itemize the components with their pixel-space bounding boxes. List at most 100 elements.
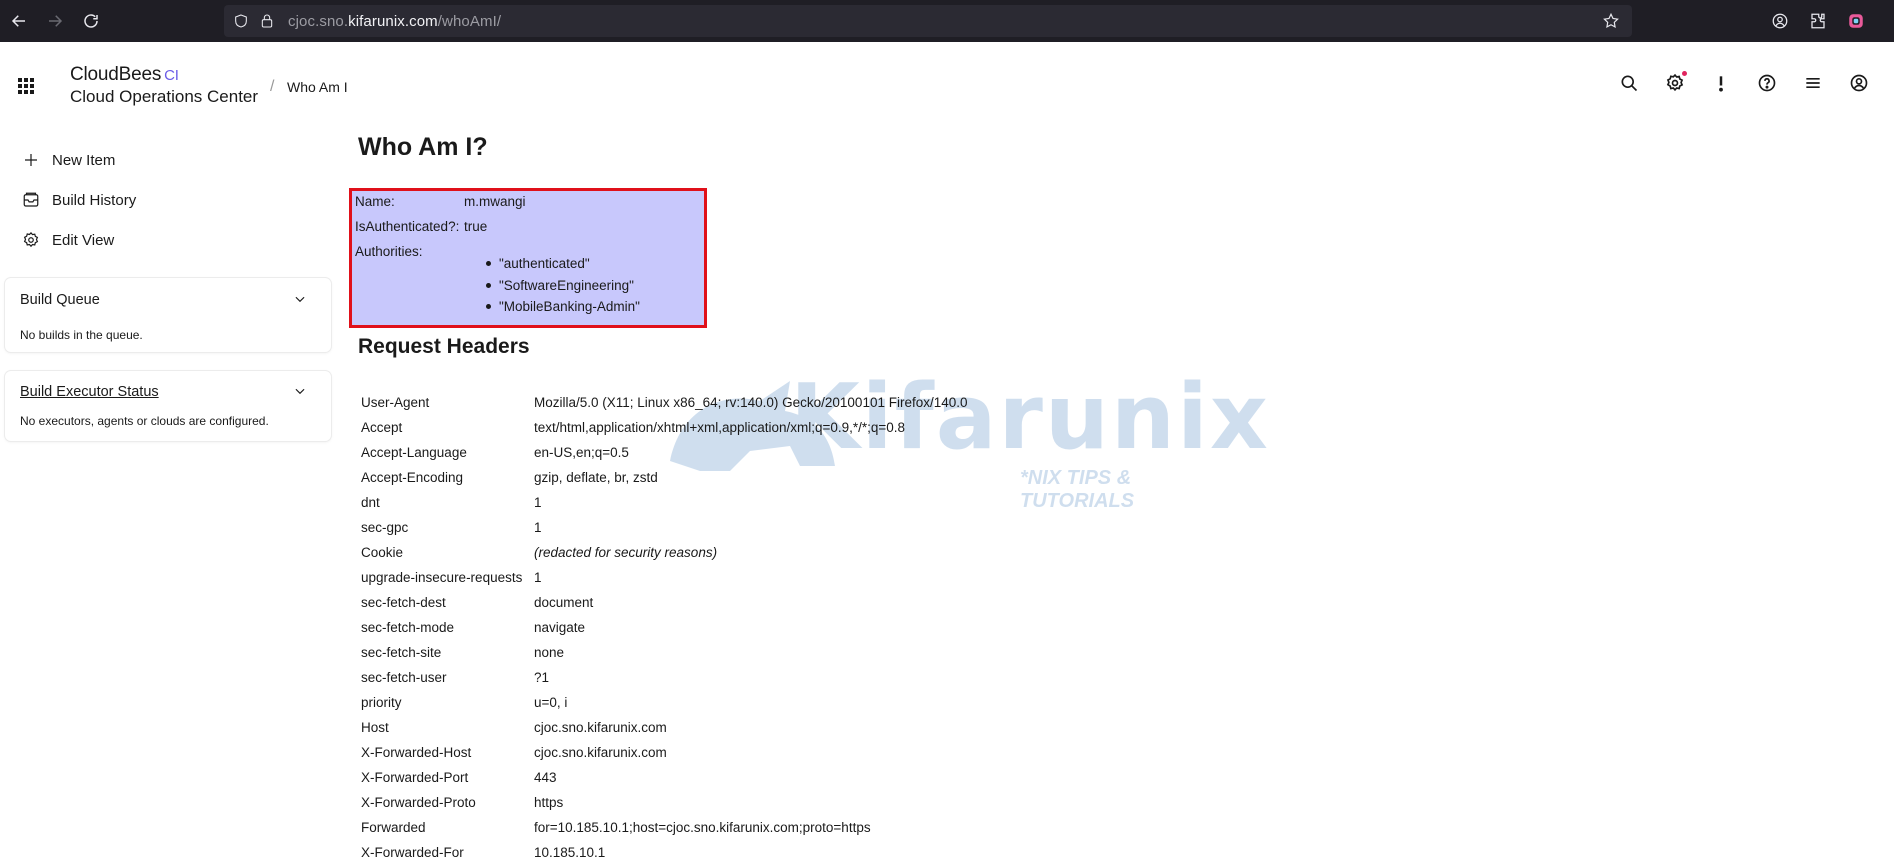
header-value: none — [534, 645, 565, 660]
request-headers-title: Request Headers — [358, 335, 530, 358]
arrow-right-icon — [49, 15, 63, 27]
header-key: Host — [361, 720, 389, 735]
build-queue-empty-text: No builds in the queue. — [20, 328, 143, 342]
header-row: Host cjoc.sno.kifarunix.com — [361, 715, 968, 740]
header-row: X-Forwarded-For 10.185.10.1 — [361, 840, 968, 865]
build-history-label: Build History — [52, 191, 137, 209]
header-key: User-Agent — [361, 395, 430, 410]
header-row: X-Forwarded-Port 443 — [361, 765, 968, 790]
executor-status-empty-text: No executors, agents or clouds are confi… — [20, 414, 269, 428]
reload-button[interactable] — [74, 4, 108, 38]
whoami-highlight-box: Name: m.mwangi IsAuthenticated?: true Au… — [349, 188, 707, 328]
header-key: X-Forwarded-For — [361, 845, 464, 860]
header-row: Accept text/html,application/xhtml+xml,ap… — [361, 415, 968, 440]
user-avatar-icon[interactable] — [1846, 70, 1872, 96]
manage-gear-icon[interactable] — [1662, 70, 1688, 96]
header-row: User-Agent Mozilla/5.0 (X11; Linux x86_64… — [361, 390, 968, 415]
menu-hamburger-icon[interactable] — [1800, 70, 1826, 96]
url-text[interactable]: cjoc.sno.kifarunix.com/whoAmI/ — [288, 13, 501, 30]
brand-logo[interactable]: CloudBees CI Cloud Operations Center — [70, 64, 258, 107]
header-value: cjoc.sno.kifarunix.com — [534, 745, 667, 760]
header-value: 443 — [534, 770, 557, 785]
url-prefix: cjoc.sno. — [288, 12, 349, 30]
is-authenticated-value: true — [464, 219, 488, 234]
header-value: cjoc.sno.kifarunix.com — [534, 720, 667, 735]
page-title: Who Am I? — [358, 133, 488, 161]
account-icon[interactable] — [1768, 9, 1792, 33]
header-value: 1 — [534, 495, 542, 510]
header-key: Accept-Language — [361, 445, 467, 460]
app-header: CloudBees CI Cloud Operations Center / Wh… — [0, 42, 1894, 130]
app-launcher-grid-icon[interactable] — [18, 78, 34, 94]
breadcrumb-who-am-i[interactable]: Who Am I — [287, 79, 348, 95]
authorities-list: "authenticated" "SoftwareEngineering" "M… — [486, 253, 640, 318]
header-key: Accept — [361, 420, 403, 435]
header-value: u=0, i — [534, 695, 568, 710]
header-value: ?1 — [534, 670, 550, 685]
header-row: sec-fetch-mode navigate — [361, 615, 968, 640]
back-button[interactable] — [2, 4, 36, 38]
header-value: text/html,application/xhtml+xml,applicat… — [534, 420, 906, 435]
forward-button[interactable] — [38, 4, 72, 38]
chevron-down-icon[interactable] — [293, 384, 307, 403]
authority-item: "authenticated" — [486, 253, 640, 275]
request-headers-table: User-Agent Mozilla/5.0 (X11; Linux x86_64… — [361, 390, 968, 865]
edit-view-link[interactable]: Edit View — [0, 220, 114, 260]
authority-item: "MobileBanking-Admin" — [486, 296, 640, 318]
header-value: 1 — [534, 520, 542, 535]
header-key: sec-fetch-mode — [361, 620, 455, 635]
is-authenticated-label: IsAuthenticated?: — [355, 219, 460, 234]
brand-name: CloudBees — [70, 64, 162, 85]
header-row: sec-gpc 1 — [361, 515, 968, 540]
header-value: 1 — [534, 570, 542, 585]
edit-view-label: Edit View — [52, 231, 115, 249]
header-key: X-Forwarded-Host — [361, 745, 472, 760]
executor-status-card: Build Executor Status No executors, agen… — [5, 371, 331, 441]
header-row: Cookie (redacted for security reasons) — [361, 540, 968, 565]
header-key: Cookie — [361, 545, 404, 560]
build-history-link[interactable]: Build History — [0, 180, 136, 220]
url-path: /whoAmI/ — [437, 12, 502, 30]
chevron-down-icon[interactable] — [293, 292, 307, 311]
header-key: dnt — [361, 495, 380, 510]
arrow-left-icon — [11, 15, 25, 27]
brand-tag: CI — [164, 67, 179, 84]
header-row: sec-fetch-site none — [361, 640, 968, 665]
alert-exclamation-icon[interactable] — [1708, 70, 1734, 96]
watermark-subtext: *NIX TIPS & TUTORIALS — [1020, 467, 1135, 512]
history-icon — [23, 192, 39, 207]
brand-subtitle: Cloud Operations Center — [70, 87, 259, 106]
build-queue-title[interactable]: Build Queue — [20, 292, 100, 308]
header-row: X-Forwarded-Proto https — [361, 790, 968, 815]
lock-icon[interactable] — [258, 12, 276, 30]
header-value: Mozilla/5.0 (X11; Linux x86_64; rv:140.0… — [534, 395, 968, 410]
header-row: Accept-Encoding gzip, deflate, br, zstd — [361, 465, 968, 490]
color-extension-icon[interactable] — [1844, 9, 1868, 33]
new-item-label: New Item — [52, 151, 116, 169]
header-row: priority u=0, i — [361, 690, 968, 715]
header-key: Accept-Encoding — [361, 470, 464, 485]
bookmark-star-icon[interactable] — [1602, 12, 1620, 35]
shield-icon[interactable] — [232, 12, 250, 30]
header-key: X-Forwarded-Proto — [361, 795, 476, 810]
header-key: X-Forwarded-Port — [361, 770, 469, 785]
extensions-icon[interactable] — [1806, 9, 1830, 33]
header-row: Accept-Language en-US,en;q=0.5 — [361, 440, 968, 465]
browser-toolbar: cjoc.sno.kifarunix.com/whoAmI/ — [0, 0, 1894, 42]
header-key: Forwarded — [361, 820, 426, 835]
name-value: m.mwangi — [464, 194, 526, 209]
header-value: document — [534, 595, 594, 610]
address-bar[interactable]: cjoc.sno.kifarunix.com/whoAmI/ — [224, 5, 1632, 37]
reload-icon — [84, 14, 98, 28]
executor-status-title[interactable]: Build Executor Status — [20, 384, 159, 400]
notification-dot — [1682, 71, 1687, 76]
authority-item: "SoftwareEngineering" — [486, 275, 640, 297]
header-row: X-Forwarded-Host cjoc.sno.kifarunix.com — [361, 740, 968, 765]
search-icon[interactable] — [1616, 70, 1642, 96]
authorities-label: Authorities: — [355, 244, 423, 259]
header-key: sec-fetch-user — [361, 670, 447, 685]
gear-icon — [23, 231, 39, 248]
new-item-link[interactable]: New Item — [0, 140, 115, 180]
header-key: sec-fetch-dest — [361, 595, 446, 610]
help-icon[interactable] — [1754, 70, 1780, 96]
